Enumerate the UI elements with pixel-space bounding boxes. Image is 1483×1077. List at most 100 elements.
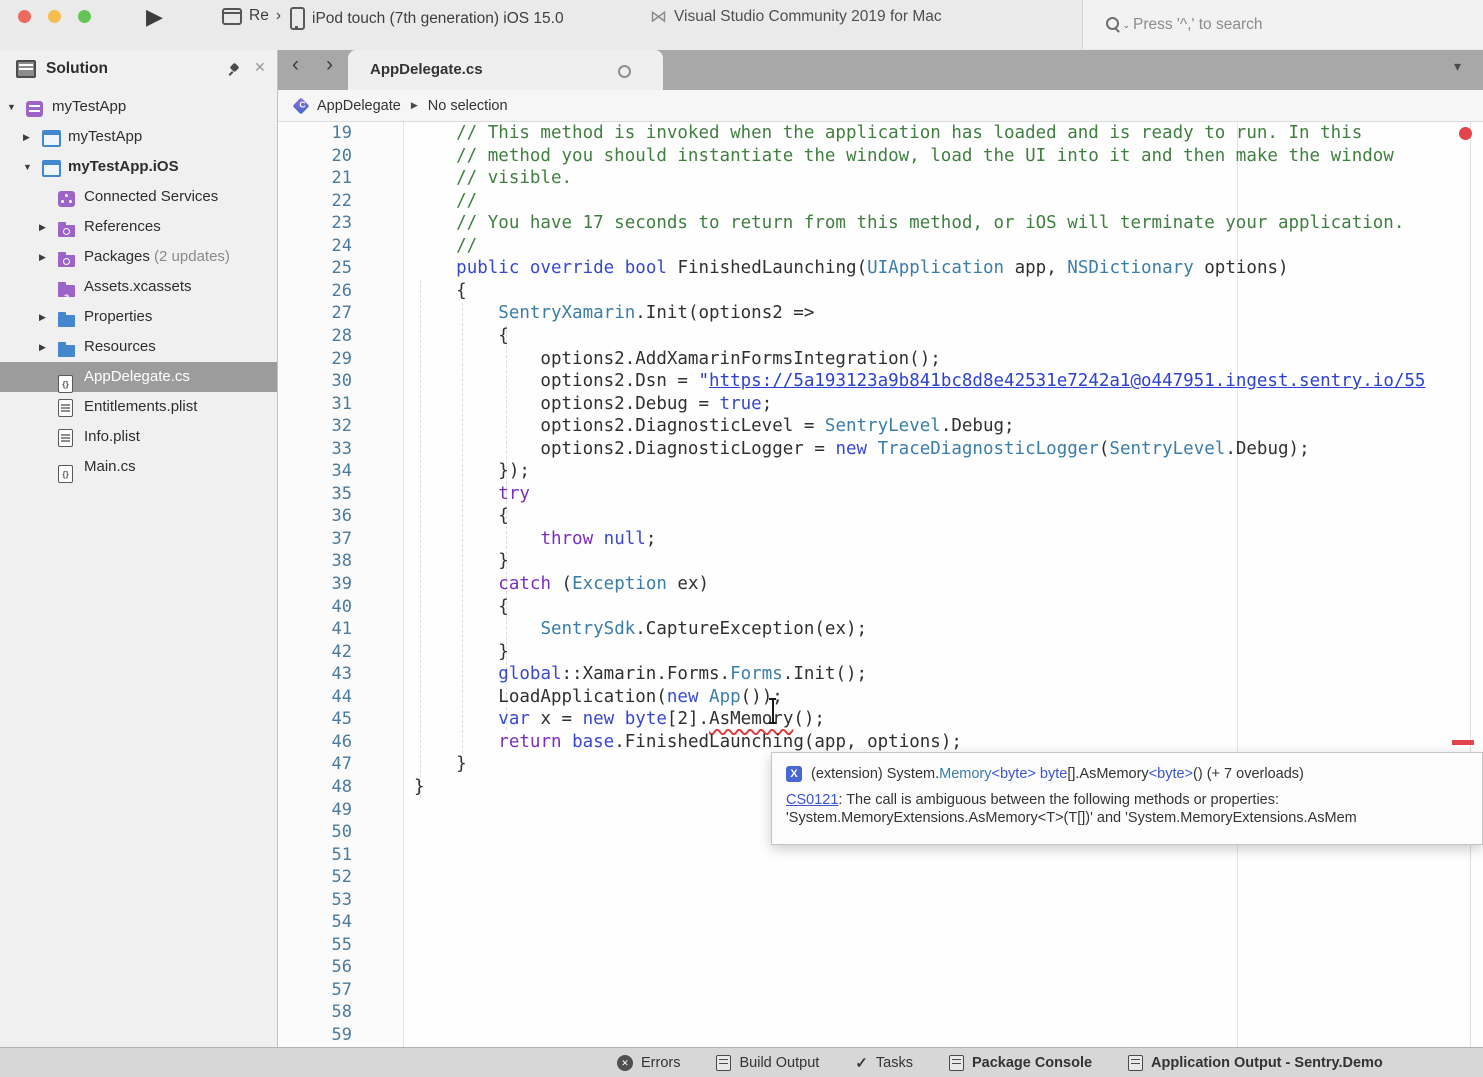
- line-number: 42: [278, 641, 352, 664]
- pin-icon[interactable]: [228, 62, 242, 76]
- tree-item-label: myTestApp: [52, 92, 126, 122]
- line-number: 34: [278, 460, 352, 483]
- tree-item-label: Main.cs: [84, 452, 136, 482]
- code-line-39: catch (Exception ex): [414, 573, 709, 596]
- build-config-selector[interactable]: Re ›: [222, 7, 281, 25]
- run-button[interactable]: ▶: [146, 4, 163, 30]
- tree-item-mytestapp[interactable]: ▶myTestApp: [0, 122, 277, 152]
- code-line-43: global::Xamarin.Forms.Forms.Init();: [414, 663, 867, 686]
- tree-item-mytestapp-ios[interactable]: ▼myTestApp.iOS: [0, 152, 277, 182]
- tree-item-main-cs[interactable]: {}Main.cs: [0, 452, 277, 482]
- line-number: 46: [278, 731, 352, 754]
- line-number: 41: [278, 618, 352, 641]
- code-line-22: //: [414, 190, 477, 213]
- line-number: 53: [278, 889, 352, 912]
- breadcrumb-class[interactable]: AppDelegate: [317, 98, 401, 114]
- output-pad-icon: [716, 1055, 731, 1071]
- line-number: 56: [278, 956, 352, 979]
- tree-item-label: References: [84, 212, 161, 242]
- statusbar-tab-package-console[interactable]: Package Console: [949, 1055, 1092, 1071]
- breadcrumb-separator-icon: ▶: [411, 100, 418, 111]
- tab-overflow-chevron-icon[interactable]: ▾: [1454, 58, 1461, 75]
- tree-item-connected-services[interactable]: Connected Services: [0, 182, 277, 212]
- tree-item-entitlements-plist[interactable]: Entitlements.plist: [0, 392, 277, 422]
- line-number: 26: [278, 280, 352, 303]
- extension-method-icon: X: [786, 766, 802, 782]
- code-line-21: // visible.: [414, 167, 572, 190]
- code-editor[interactable]: 1920212223242526272829303132333435363738…: [278, 122, 1483, 1047]
- line-number: 57: [278, 979, 352, 1002]
- code-line-45: var x = new byte[2].AsMemory();: [414, 708, 825, 731]
- statusbar-tab-errors[interactable]: ✕ Errors: [617, 1055, 680, 1071]
- close-icon[interactable]: ✕: [254, 59, 266, 76]
- statusbar-tab-application-output-sentry-demo[interactable]: Application Output - Sentry.Demo: [1128, 1055, 1383, 1071]
- tree-item-resources[interactable]: ▶Resources: [0, 332, 277, 362]
- tree-item-label: Assets.xcassets: [84, 272, 192, 302]
- navigate-forward-button[interactable]: ›: [326, 53, 333, 77]
- code-line-28: {: [414, 325, 509, 348]
- expand-arrow-icon[interactable]: ▶: [39, 302, 46, 332]
- line-number: 29: [278, 348, 352, 371]
- window-title: ⋈ Visual Studio Community 2019 for Mac: [650, 7, 942, 27]
- expand-arrow-icon[interactable]: ▶: [39, 332, 46, 362]
- code-line-35: try: [414, 483, 530, 506]
- tree-item-assets-xcassets[interactable]: a Assets.xcassets: [0, 272, 277, 302]
- tree-item-appdelegate-cs[interactable]: {}AppDelegate.cs: [0, 362, 277, 392]
- code-line-44: LoadApplication(new App());: [414, 686, 783, 709]
- tree-item-mytestapp[interactable]: ▼ myTestApp: [0, 92, 277, 122]
- line-number: 59: [278, 1024, 352, 1047]
- unsaved-changes-icon[interactable]: [618, 65, 631, 78]
- line-number: 54: [278, 911, 352, 934]
- collapse-arrow-icon[interactable]: ▼: [7, 92, 16, 122]
- tooltip-error-block: CS0121: The call is ambiguous between th…: [786, 792, 1482, 827]
- code-line-34: });: [414, 460, 530, 483]
- code-line-23: // You have 17 seconds to return from th…: [414, 212, 1404, 235]
- navigate-back-button[interactable]: ‹: [292, 53, 299, 77]
- code-line-20: // method you should instantiate the win…: [414, 145, 1394, 168]
- solution-pad-title: Solution: [46, 60, 108, 78]
- assets-folder-icon: a: [58, 285, 75, 297]
- code-line-46: return base.FinishedLaunching(app, optio…: [414, 731, 962, 754]
- code-line-47: }: [414, 753, 467, 776]
- search-icon: ⌄: [1105, 16, 1123, 34]
- error-code-link[interactable]: CS0121: [786, 792, 838, 808]
- zoom-window-button[interactable]: [78, 10, 91, 23]
- window-controls: [18, 10, 91, 23]
- expand-arrow-icon[interactable]: ▶: [23, 122, 30, 152]
- folder-icon: [58, 315, 75, 327]
- statusbar-tab-label: Errors: [641, 1055, 680, 1071]
- tab-appdelegate-cs[interactable]: AppDelegate.cs: [348, 50, 663, 90]
- line-number: 39: [278, 573, 352, 596]
- project-icon: [42, 130, 61, 147]
- close-window-button[interactable]: [18, 10, 31, 23]
- breadcrumb-selection[interactable]: No selection: [428, 98, 508, 114]
- tooltip-signature: X (extension) System.Memory<byte> byte[]…: [786, 766, 1482, 782]
- statusbar-tab-build-output[interactable]: Build Output: [716, 1055, 819, 1071]
- code-line-27: SentryXamarin.Init(options2 =>: [414, 302, 814, 325]
- tree-item-label: Packages (2 updates): [84, 242, 230, 272]
- tree-item-info-plist[interactable]: Info.plist: [0, 422, 277, 452]
- line-number: 20: [278, 145, 352, 168]
- code-line-26: {: [414, 280, 467, 303]
- code-line-38: }: [414, 550, 509, 573]
- solution-icon: [26, 101, 43, 117]
- tree-item-properties[interactable]: ▶Properties: [0, 302, 277, 332]
- minimize-window-button[interactable]: [48, 10, 61, 23]
- ide-window: ▶ Re › iPod touch (7th generation) iOS 1…: [0, 0, 1483, 1077]
- code-line-40: {: [414, 596, 509, 619]
- expand-arrow-icon[interactable]: ▶: [39, 212, 46, 242]
- code-line-29: options2.AddXamarinFormsIntegration();: [414, 348, 941, 371]
- solution-tree: ▼ myTestApp▶myTestApp▼myTestApp.iOSConnec…: [0, 92, 277, 482]
- expand-arrow-icon[interactable]: ▶: [39, 242, 46, 272]
- tree-item-references[interactable]: ▶ References: [0, 212, 277, 242]
- tree-item-packages[interactable]: ▶ Packages (2 updates): [0, 242, 277, 272]
- statusbar-tab-tasks[interactable]: ✓Tasks: [855, 1054, 913, 1072]
- collapse-arrow-icon[interactable]: ▼: [23, 152, 32, 182]
- device-selector[interactable]: iPod touch (7th generation) iOS 15.0: [290, 7, 564, 30]
- search-input[interactable]: ⌄ Press '^,' to search: [1082, 0, 1483, 49]
- error-overview-dash: [1452, 740, 1474, 745]
- tab-title: AppDelegate.cs: [370, 50, 483, 90]
- errors-icon: ✕: [617, 1055, 633, 1071]
- build-config-label: Re: [249, 7, 269, 25]
- code-line-30: options2.Dsn = "https://5a193123a9b841bc…: [414, 370, 1425, 393]
